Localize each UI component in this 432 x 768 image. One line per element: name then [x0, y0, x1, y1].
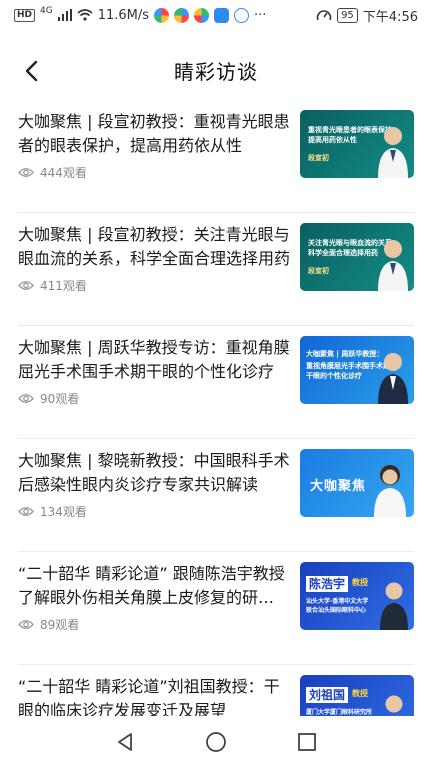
nav-recents-button[interactable] [287, 722, 327, 762]
article-item[interactable]: 大咖聚焦 | 段宣初教授：关注青光眼与眼血流的关系，科学全面合理选择用药 411… [18, 213, 414, 326]
page-title: 睛彩访谈 [174, 60, 258, 84]
triangle-back-icon [118, 733, 133, 751]
thumbnail-caption: 教授 [352, 578, 368, 587]
doctor-portrait-icon [380, 582, 408, 630]
view-count-text: 89观看 [40, 618, 80, 632]
thumbnail-name: 陈浩宇 [306, 576, 349, 592]
article-thumbnail[interactable]: 关注青光眼与眼血流的关系 科学全面合理选择用药 段宣初 [300, 223, 414, 291]
app-notification-icon [154, 7, 170, 23]
view-count-text: 134观看 [40, 505, 87, 519]
thumbnail-caption: 汕头大学·香港中文大学 [306, 598, 369, 605]
article-item[interactable]: 大咖聚焦 | 周跃华教授专访：重视角膜屈光手术围手术期干眼的个性化诊疗 90观看… [18, 326, 414, 439]
view-count-text: 444观看 [40, 166, 87, 180]
view-count-text: 411观看 [40, 279, 87, 293]
thumbnail-caption: 科学全面合理选择用药 [308, 249, 378, 257]
doctor-portrait-icon [374, 465, 406, 517]
article-thumbnail[interactable]: 陈浩宇 教授 汕头大学·香港中文大学 联合汕头国际眼科中心 [300, 562, 414, 630]
wifi-icon [77, 9, 93, 21]
nav-back-button[interactable] [105, 722, 145, 762]
view-count: 89观看 [18, 616, 79, 633]
thumbnail-caption: 联合汕头国际眼科中心 [306, 607, 367, 614]
square-recents-icon [297, 733, 316, 751]
view-count: 134观看 [18, 503, 87, 520]
thumbnail-caption: 段宣初 [308, 267, 329, 275]
app-notification-icon [174, 7, 190, 23]
eye-icon [18, 507, 34, 516]
net-speed: 11.6M/s [97, 7, 150, 23]
doctor-portrait-icon [378, 353, 408, 404]
article-title: “二十韶华 睛彩论道” 跟随陈浩宇教授了解眼外伤相关角膜上皮修复的研究进展 [18, 564, 290, 607]
status-left: HD 4G 11.6M/s ··· [14, 6, 267, 23]
speedometer-icon [316, 10, 332, 21]
thumbnail-caption: 大咖聚焦 | 周跃华教授： [306, 350, 384, 358]
eye-icon [18, 281, 34, 290]
system-nav-bar [0, 716, 432, 768]
article-title: 大咖聚焦 | 段宣初教授：重视青光眼患者的眼表保护，提高用药依从性 [18, 112, 290, 155]
view-count-text: 90观看 [40, 392, 80, 406]
article-item[interactable]: 大咖聚焦 | 黎晓新教授：中国眼科手术后感染性眼内炎诊疗专家共识解读 134观看… [18, 439, 414, 552]
thumbnail-caption: 段宣初 [308, 154, 329, 162]
chat-app-icon [234, 7, 250, 23]
circle-home-icon [206, 732, 226, 752]
thumbnail-caption: 教授 [352, 689, 368, 698]
article-list: 大咖聚焦 | 段宣初教授：重视青光眼患者的眼表保护，提高用药依从性 444观看 … [0, 100, 432, 768]
article-title: 大咖聚焦 | 段宣初教授：关注青光眼与眼血流的关系，科学全面合理选择用药 [18, 225, 290, 268]
more-notifications: ··· [254, 7, 267, 23]
app-notification-icon [194, 7, 210, 23]
thumbnail-name: 刘祖国 [306, 687, 349, 703]
thumbnail-caption: 提高用药依从性 [308, 136, 357, 144]
eye-icon [18, 168, 34, 177]
eye-icon [18, 394, 34, 403]
message-app-icon [214, 7, 230, 23]
nav-home-button[interactable] [196, 722, 236, 762]
signal-type: 4G [40, 6, 53, 16]
doctor-portrait-icon [378, 127, 408, 178]
article-thumbnail[interactable]: 大咖聚焦 | 周跃华教授： 重视角膜屈光手术围手术期 干眼的个性化诊疗 [300, 336, 414, 404]
eye-icon [18, 620, 34, 629]
article-title: 大咖聚焦 | 黎晓新教授：中国眼科手术后感染性眼内炎诊疗专家共识解读 [18, 451, 290, 494]
article-thumbnail[interactable]: 大咖聚焦 [300, 449, 414, 517]
signal-icon [57, 9, 72, 21]
article-item[interactable]: “二十韶华 睛彩论道” 跟随陈浩宇教授了解眼外伤相关角膜上皮修复的研究进展 89… [18, 552, 414, 665]
app-header: 睛彩访谈 [0, 42, 432, 98]
thumbnail-caption: 大咖聚焦 [310, 479, 367, 494]
view-count: 444观看 [18, 164, 87, 181]
view-count: 90观看 [18, 390, 79, 407]
clock: 下午4:56 [362, 9, 418, 25]
article-title: 大咖聚焦 | 周跃华教授专访：重视角膜屈光手术围手术期干眼的个性化诊疗 [18, 338, 290, 381]
view-count: 411观看 [18, 277, 87, 294]
article-item[interactable]: 大咖聚焦 | 段宣初教授：重视青光眼患者的眼表保护，提高用药依从性 444观看 … [18, 100, 414, 213]
battery-indicator: 95 [337, 7, 358, 23]
hd-icon: HD [14, 8, 36, 22]
status-bar: HD 4G 11.6M/s ··· 95 下午4:56 [0, 0, 432, 30]
article-thumbnail[interactable]: 重视青光眼患者的眼表保护 提高用药依从性 段宣初 [300, 110, 414, 178]
thumbnail-caption: 干眼的个性化诊疗 [306, 372, 362, 380]
doctor-portrait-icon [378, 240, 408, 291]
status-right: 95 下午4:56 [316, 6, 418, 25]
